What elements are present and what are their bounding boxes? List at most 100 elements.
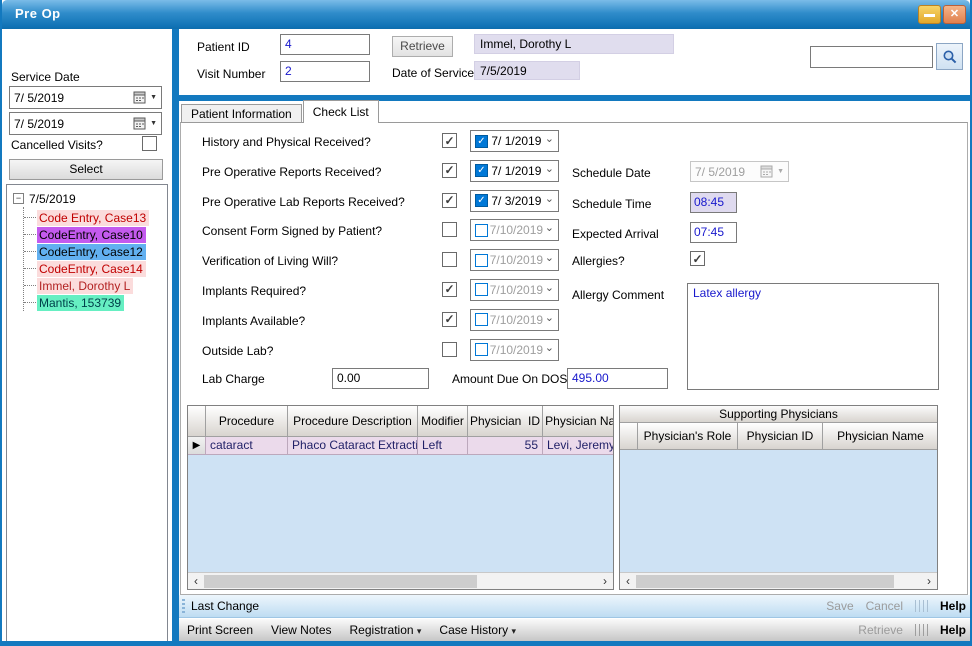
date-combo[interactable]: ✓7/ 1/2019⌄ [470,130,559,152]
patient-id-input[interactable]: 4 [280,34,370,55]
table-cell[interactable]: Phaco Cataract Extraction W [288,437,418,455]
tree-item-label[interactable]: Mantis, 153739 [37,295,124,311]
column-header[interactable]: Physician Name [823,423,938,450]
service-date-from-value: 7/ 5/2019 [14,91,133,105]
column-header[interactable]: Procedure [206,406,288,437]
checklist-checkbox[interactable]: ✓ [442,312,457,327]
date-combo[interactable]: ✓7/ 3/2019⌄ [470,190,559,212]
date-combo-checkbox[interactable] [475,283,488,296]
checklist-checkbox[interactable]: ✓ [442,163,457,178]
tree-item-label[interactable]: CodeEntry, Case12 [37,244,146,260]
title-bar[interactable]: Pre Op ✕ [2,0,970,29]
allergies-checkbox[interactable]: ✓ [690,251,705,266]
procedures-grid-rows: ▶cataractPhaco Cataract Extraction WLeft… [188,437,613,455]
bottom-toolbar: Print Screen View Notes Registration ▾ C… [179,618,972,641]
scroll-right-icon[interactable]: › [921,574,937,588]
date-combo-checkbox[interactable]: ✓ [475,194,488,207]
cancelled-visits-checkbox[interactable] [142,136,157,151]
tree-item-label[interactable]: Immel, Dorothy L [37,278,133,294]
scroll-left-icon[interactable]: ‹ [620,574,636,588]
date-of-service-label: Date of Service [392,66,474,80]
visit-number-input[interactable]: 2 [280,61,370,82]
registration-menu[interactable]: Registration ▾ [350,623,422,637]
tree-item[interactable]: Mantis, 153739 [24,294,167,311]
save-button[interactable]: Save [826,599,853,613]
scroll-right-icon[interactable]: › [597,574,613,588]
service-date-from-picker[interactable]: 7/ 5/2019 ▼ [9,86,162,109]
tab-check-list[interactable]: Check List [303,100,379,123]
tree-collapse-icon[interactable]: − [13,193,24,204]
date-combo-checkbox[interactable] [475,313,488,326]
help-bottom-button[interactable]: Help [940,623,966,637]
checklist-checkbox[interactable]: ✓ [442,193,457,208]
schedule-date-picker: 7/ 5/2019 ▼ [690,161,789,182]
column-header[interactable]: Procedure Description [288,406,418,437]
date-combo[interactable]: 7/10/2019⌄ [470,219,559,241]
table-cell[interactable]: Left [418,437,468,455]
column-header[interactable]: Physician ID [468,406,543,437]
window-bottom-edge [2,641,970,646]
service-date-to-picker[interactable]: 7/ 5/2019 ▼ [9,112,162,135]
date-combo-checkbox[interactable]: ✓ [475,135,488,148]
date-combo[interactable]: 7/10/2019⌄ [470,309,559,331]
column-header[interactable]: Physician ID [738,423,823,450]
expected-arrival-field[interactable]: 07:45 [690,222,737,243]
tree-item[interactable]: Code Entry, Case13 [24,209,167,226]
column-header[interactable]: Physician's Role [638,423,738,450]
retrieve-button[interactable]: Retrieve [392,36,453,57]
select-button[interactable]: Select [9,159,163,180]
lab-charge-input[interactable]: 0.00 [332,368,429,389]
schedule-time-field[interactable]: 08:45 [690,192,737,213]
scroll-left-icon[interactable]: ‹ [188,574,204,588]
column-header[interactable]: Modifier [418,406,468,437]
tree-item-label[interactable]: Code Entry, Case13 [37,210,149,226]
tree-item[interactable]: CodeEntry, Case10 [24,226,167,243]
checklist-checkbox[interactable]: ✓ [442,282,457,297]
tree-item[interactable]: Immel, Dorothy L [24,277,167,294]
table-cell[interactable]: 55 [468,437,543,455]
date-combo[interactable]: ✓7/ 1/2019⌄ [470,160,559,182]
retrieve-bottom-button[interactable]: Retrieve [858,623,903,637]
amount-due-input[interactable]: 495.00 [567,368,668,389]
tab-patient-information[interactable]: Patient Information [181,104,302,123]
date-combo[interactable]: 7/10/2019⌄ [470,279,559,301]
date-combo[interactable]: 7/10/2019⌄ [470,339,559,361]
table-cell[interactable]: cataract [206,437,288,455]
help-button[interactable]: Help [940,599,966,613]
cancel-button[interactable]: Cancel [866,599,903,613]
checklist-checkbox[interactable] [442,342,457,357]
table-cell[interactable]: Levi, Jeremy [543,437,614,455]
toolbar-grip [182,599,185,614]
date-combo-checkbox[interactable] [475,224,488,237]
search-input[interactable] [810,46,933,68]
minimize-button[interactable] [918,5,941,24]
tree-item[interactable]: CodeEntry, Case12 [24,243,167,260]
supporting-grid-hscrollbar[interactable]: ‹ › [620,572,937,589]
column-header[interactable]: Physician Name [543,406,614,437]
procedures-grid-hscrollbar[interactable]: ‹ › [188,572,613,589]
checklist-checkbox[interactable] [442,252,457,267]
tree-item[interactable]: CodeEntry, Case14 [24,260,167,277]
close-button[interactable]: ✕ [943,5,966,24]
search-button[interactable] [936,43,963,70]
scrollbar-thumb[interactable] [204,575,477,588]
last-change-label: Last Change [191,599,259,613]
print-screen-button[interactable]: Print Screen [187,623,253,637]
grid-selector-header [188,406,206,437]
schedule-date-value: 7/ 5/2019 [695,165,760,179]
date-combo-checkbox[interactable]: ✓ [475,164,488,177]
checklist-checkbox[interactable]: ✓ [442,133,457,148]
dropdown-arrow-icon[interactable]: ▼ [150,120,157,127]
date-combo[interactable]: 7/10/2019⌄ [470,249,559,271]
allergy-comment-textarea[interactable]: Latex allergy [687,283,939,390]
date-combo-checkbox[interactable] [475,254,488,267]
date-combo-checkbox[interactable] [475,343,488,356]
case-history-menu[interactable]: Case History ▾ [439,623,516,637]
tree-item-label[interactable]: CodeEntry, Case14 [37,261,146,277]
checklist-checkbox[interactable] [442,222,457,237]
tree-item-label[interactable]: CodeEntry, Case10 [37,227,146,243]
scrollbar-thumb[interactable] [636,575,894,588]
view-notes-button[interactable]: View Notes [271,623,331,637]
dropdown-arrow-icon[interactable]: ▼ [150,94,157,101]
tree-root[interactable]: − 7/5/2019 [13,190,167,207]
